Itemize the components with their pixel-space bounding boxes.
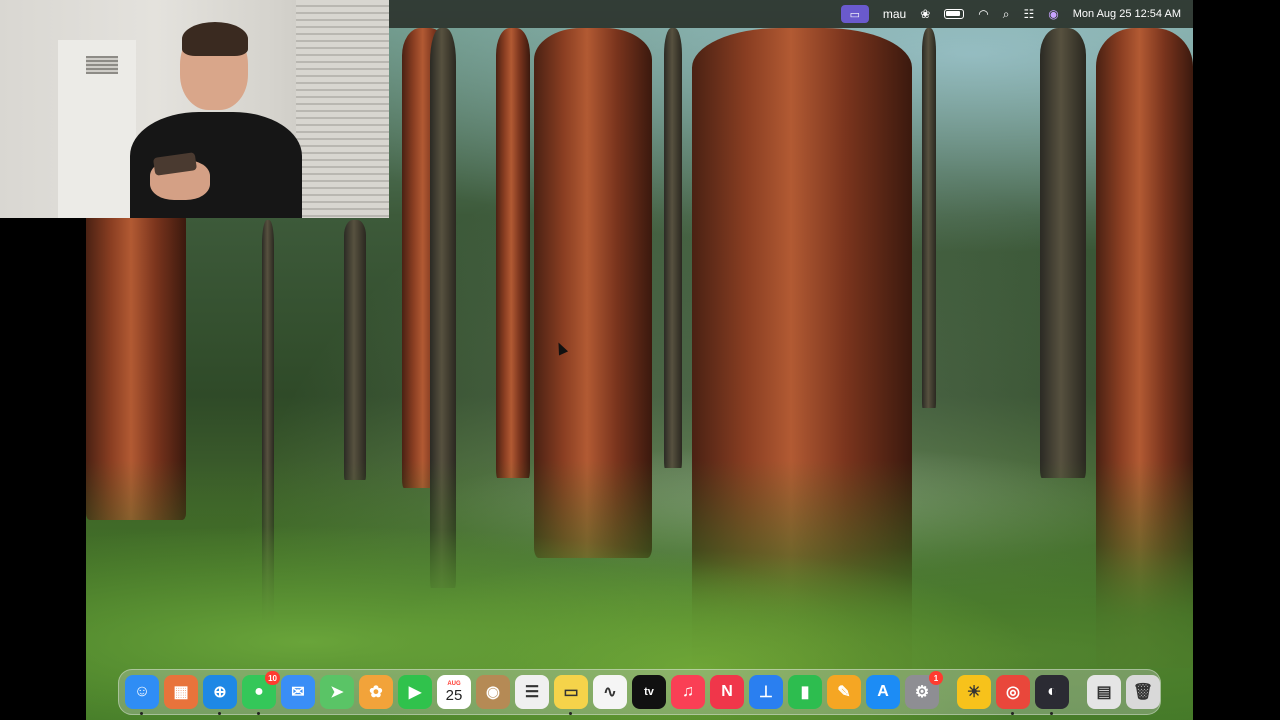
chrome-icon: ◎: [1006, 684, 1020, 701]
running-indicator: [257, 712, 260, 715]
dock-item-trash[interactable]: 🗑: [1126, 675, 1160, 709]
siri-icon[interactable]: ◉: [1048, 7, 1058, 21]
webcam-overlay: [0, 0, 389, 218]
dock-item-tips[interactable]: ☀: [957, 675, 991, 709]
person-hair: [182, 22, 248, 56]
menu-bar: ▭ mau ❀ ◠ ⌕ ☷ ◉ Mon Aug 25 12:54 AM: [389, 0, 1193, 28]
battery-icon[interactable]: [944, 9, 965, 19]
dock-item-freeform[interactable]: ∿: [593, 675, 627, 709]
dock-item-finder[interactable]: ☺: [125, 675, 159, 715]
launchpad-icon: ▦: [173, 684, 189, 701]
keynote-icon: ⊥: [759, 684, 773, 701]
messages-icon: ●: [254, 683, 264, 700]
numbers-icon: ▮: [800, 684, 810, 701]
dock-item-photos[interactable]: ✿: [359, 675, 393, 709]
music-icon: ♫: [682, 683, 694, 700]
maps-icon: ➤: [330, 684, 344, 701]
tv-icon: tv: [644, 686, 654, 698]
tree-trunk: [344, 220, 366, 480]
dock-item-downloads-stack[interactable]: ▤: [1087, 675, 1121, 709]
news-icon: N: [721, 683, 733, 700]
running-indicator: [218, 712, 221, 715]
dock-item-mail[interactable]: ✉: [281, 675, 315, 709]
search-icon[interactable]: ⌕: [1003, 7, 1010, 22]
notes-icon: ▭: [563, 684, 579, 701]
dock-item-pages[interactable]: ✎: [827, 675, 861, 709]
system-settings-icon: ⚙: [914, 684, 930, 701]
dock-item-messages[interactable]: ● 10: [242, 671, 280, 715]
photos-icon: ✿: [369, 684, 383, 701]
downloads-stack-icon: ▤: [1096, 684, 1112, 701]
dock-item-safari[interactable]: ⊕: [203, 675, 237, 715]
window-blinds: [296, 0, 389, 218]
dock-item-contacts[interactable]: ◉: [476, 675, 510, 709]
app-store-icon: A: [877, 683, 889, 700]
contacts-icon: ◉: [486, 684, 500, 701]
control-center-icon[interactable]: ☷: [1024, 7, 1035, 21]
tree-trunk: [922, 28, 936, 408]
freeform-icon: ∿: [603, 684, 617, 701]
tree-trunk: [1040, 28, 1086, 478]
dock-item-launchpad[interactable]: ▦: [164, 675, 198, 709]
wifi-icon[interactable]: ◠: [978, 7, 988, 21]
dock-item-numbers[interactable]: ▮: [788, 675, 822, 709]
dock-item-app-store[interactable]: A: [866, 675, 900, 709]
pages-icon: ✎: [837, 684, 851, 701]
dock-item-notes[interactable]: ▭: [554, 675, 588, 715]
dock: ☺ ▦ ⊕ ● 10 ✉ ➤ ✿ ▶ AUG 25 ◉ ☰ ▭ ∿ tv ♫ N ⊥ ▮ ✎ A ⚙ 1 ☀ ◎ ◐ ▤ 🗑: [118, 669, 1161, 715]
tree-trunk: [664, 28, 682, 468]
redwood-trunk: [496, 28, 530, 478]
dock-item-calendar[interactable]: AUG 25: [437, 675, 471, 709]
dock-item-keynote[interactable]: ⊥: [749, 675, 783, 709]
facetime-icon: ▶: [408, 684, 422, 701]
running-indicator: [1050, 712, 1053, 715]
dock-item-system-settings[interactable]: ⚙ 1: [905, 671, 943, 709]
running-indicator: [569, 712, 572, 715]
dock-item-tv[interactable]: tv: [632, 675, 666, 709]
dock-item-news[interactable]: N: [710, 675, 744, 709]
finder-icon: ☺: [133, 683, 151, 700]
screen-record-icon[interactable]: ▭: [840, 5, 869, 23]
dock-item-reminders[interactable]: ☰: [515, 675, 549, 709]
dock-item-music[interactable]: ♫: [671, 675, 705, 709]
safari-icon: ⊕: [213, 684, 227, 701]
paw-icon[interactable]: ❀: [920, 7, 930, 21]
dock-item-maps[interactable]: ➤: [320, 675, 354, 709]
running-indicator: [1011, 712, 1014, 715]
obs-icon: ◐: [1047, 683, 1057, 700]
notification-badge: 1: [929, 671, 943, 685]
menubar-user[interactable]: mau: [883, 7, 906, 21]
dock-item-facetime[interactable]: ▶: [398, 675, 432, 709]
wall-vent: [86, 56, 118, 74]
mail-icon: ✉: [291, 684, 305, 701]
trash-icon: 🗑: [1132, 684, 1154, 701]
running-indicator: [140, 712, 143, 715]
dock-item-obs[interactable]: ◐: [1035, 675, 1069, 715]
reminders-icon: ☰: [524, 684, 540, 701]
dock-item-chrome[interactable]: ◎: [996, 675, 1030, 715]
menubar-clock[interactable]: Mon Aug 25 12:54 AM: [1073, 8, 1181, 20]
calendar-day: 25: [445, 687, 463, 704]
notification-badge: 10: [265, 671, 280, 685]
tips-icon: ☀: [966, 684, 982, 701]
